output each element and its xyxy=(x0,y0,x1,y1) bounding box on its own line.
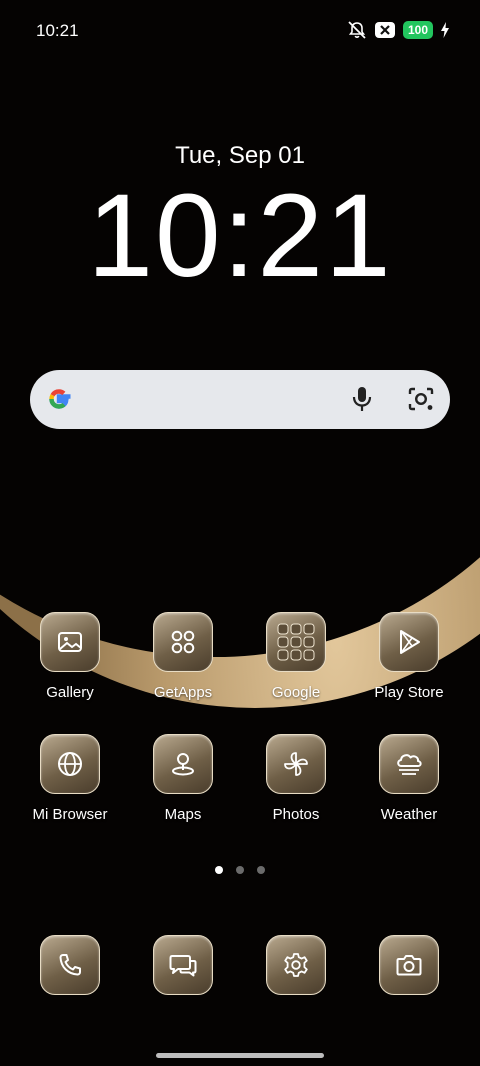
settings-icon xyxy=(284,953,308,977)
app-maps[interactable]: Maps xyxy=(128,734,238,823)
camera-icon xyxy=(396,955,422,976)
folder-icon xyxy=(277,623,315,661)
play-store-icon xyxy=(400,630,420,654)
app-weather[interactable]: Weather xyxy=(354,734,464,823)
date-label: Tue, Sep 01 xyxy=(175,142,305,169)
app-label: Gallery xyxy=(46,684,94,701)
status-time: 10:21 xyxy=(36,21,79,40)
cloud-icon xyxy=(397,754,422,775)
page-indicator xyxy=(0,866,480,874)
app-label: Photos xyxy=(272,806,320,823)
app-label: Maps xyxy=(164,806,202,823)
google-search-bar[interactable] xyxy=(30,370,450,429)
bell-off-icon xyxy=(348,21,366,39)
status-icons: 100 xyxy=(347,20,450,40)
getapps-icon xyxy=(171,630,195,654)
microphone-icon[interactable] xyxy=(348,384,376,414)
battery-icon: 100 xyxy=(402,21,433,39)
page-dot xyxy=(257,866,265,874)
app-mi-browser[interactable]: Mi Browser xyxy=(15,734,125,823)
app-play-store[interactable]: Play Store xyxy=(354,612,464,701)
globe-icon xyxy=(58,752,82,776)
page-dot xyxy=(236,866,244,874)
app-getapps[interactable]: GetApps xyxy=(128,612,238,701)
folder-google[interactable]: Google xyxy=(241,612,351,701)
pinwheel-icon xyxy=(284,752,308,776)
app-label: Play Store xyxy=(374,684,444,701)
google-logo-icon xyxy=(49,389,71,409)
messages-icon xyxy=(169,955,197,977)
app-label: Weather xyxy=(380,806,438,823)
gallery-icon xyxy=(58,632,82,652)
app-gallery[interactable]: Gallery xyxy=(15,612,125,701)
app-photos[interactable]: Photos xyxy=(241,734,351,823)
app-label: Google xyxy=(271,684,321,701)
app-label: GetApps xyxy=(153,684,213,701)
google-lens-icon[interactable] xyxy=(406,384,436,414)
dock-camera[interactable] xyxy=(354,935,464,995)
charging-bolt-icon xyxy=(441,22,449,38)
app-label: Mi Browser xyxy=(32,806,108,823)
x-badge-icon xyxy=(374,22,395,38)
clock-widget[interactable]: 10:21 xyxy=(0,168,480,304)
status-bar: 10:21 100 xyxy=(0,0,480,62)
dock-messages[interactable] xyxy=(128,935,238,995)
dock-phone[interactable] xyxy=(15,935,125,995)
phone-icon xyxy=(59,954,81,976)
page-dot-active xyxy=(215,866,223,874)
dock-settings[interactable] xyxy=(241,935,351,995)
map-pin-icon xyxy=(172,753,194,776)
home-gesture-bar[interactable] xyxy=(156,1053,324,1058)
